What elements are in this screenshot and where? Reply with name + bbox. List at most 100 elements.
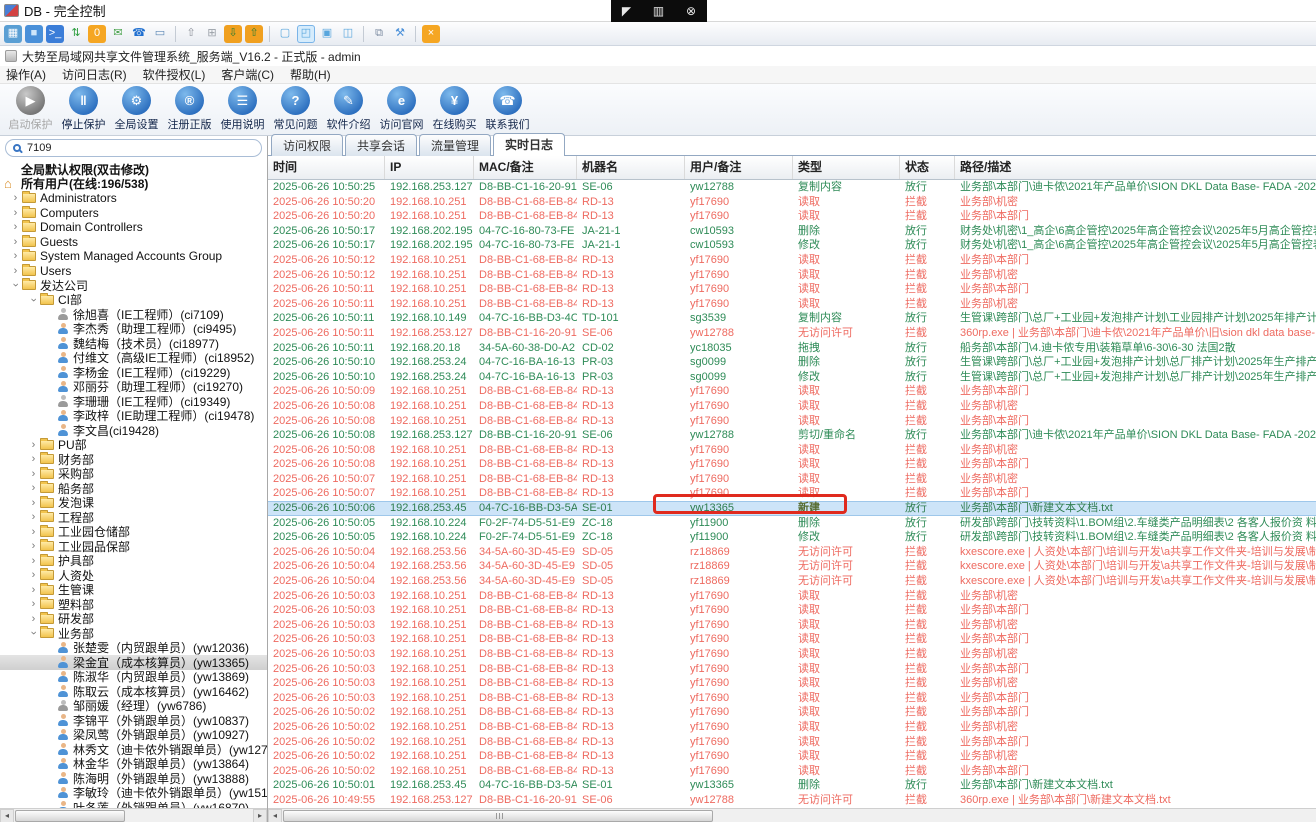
close-session-icon[interactable]: × [422, 25, 440, 43]
tree-item[interactable]: 李文昌(ci19428) [0, 423, 267, 438]
table-horizontal-scrollbar[interactable]: ◂ ▸ [268, 808, 1316, 822]
tree-expander-icon[interactable]: › [10, 222, 21, 232]
tab-共享会话[interactable]: 共享会话 [345, 134, 417, 156]
column-header-状态[interactable]: 状态 [900, 156, 955, 179]
tree-expander-icon[interactable]: › [28, 556, 39, 566]
menu-item-2[interactable]: 软件授权(L) [143, 66, 206, 83]
action-button-停止保护[interactable]: ‖停止保护 [57, 84, 110, 135]
log-row[interactable]: 2025-06-26 10:50:03192.168.10.251D8-BB-C… [268, 647, 1316, 662]
tree-item[interactable]: ›发泡课 [0, 496, 267, 511]
action-button-在线购买[interactable]: ¥在线购买 [428, 84, 481, 135]
log-row[interactable]: 2025-06-26 10:50:11192.168.10.251D8-BB-C… [268, 282, 1316, 297]
column-header-机器名[interactable]: 机器名 [577, 156, 685, 179]
log-row[interactable]: 2025-06-26 10:50:17192.168.202.19504-7C-… [268, 224, 1316, 239]
scroll-left-icon[interactable]: ◂ [268, 809, 282, 822]
log-row[interactable]: 2025-06-26 10:50:04192.168.253.5634-5A-6… [268, 574, 1316, 589]
log-row[interactable]: 2025-06-26 10:50:10192.168.253.2404-7C-1… [268, 370, 1316, 385]
table-scroll-thumb[interactable] [283, 810, 713, 822]
tree-item[interactable]: ›工业园品保部 [0, 539, 267, 554]
tree-item[interactable]: ›Administrators [0, 191, 267, 206]
tree-item[interactable]: ›采购部 [0, 467, 267, 482]
log-row[interactable]: 2025-06-26 10:50:08192.168.253.127D8-BB-… [268, 428, 1316, 443]
tree-expander-icon[interactable]: › [28, 440, 39, 450]
log-row[interactable]: 2025-06-26 10:50:06192.168.253.4504-7C-1… [268, 501, 1316, 516]
tree-expander-icon[interactable]: › [11, 280, 21, 291]
log-row[interactable]: 2025-06-26 10:50:04192.168.253.5634-5A-6… [268, 559, 1316, 574]
log-row[interactable]: 2025-06-26 10:50:02192.168.10.251D8-BB-C… [268, 720, 1316, 735]
action-button-注册正版[interactable]: ®注册正版 [163, 84, 216, 135]
tree-item[interactable]: ›人资处 [0, 568, 267, 583]
tree-item[interactable]: ›护具部 [0, 554, 267, 569]
log-row[interactable]: 2025-06-26 10:50:08192.168.10.251D8-BB-C… [268, 443, 1316, 458]
menu-item-1[interactable]: 访问日志(R) [62, 66, 127, 83]
action-button-访问官网[interactable]: e访问官网 [375, 84, 428, 135]
tree-item[interactable]: ›Computers [0, 206, 267, 221]
view-scale-icon[interactable]: ◫ [339, 25, 357, 43]
tab-流量管理[interactable]: 流量管理 [419, 134, 491, 156]
log-row[interactable]: 2025-06-26 10:50:03192.168.10.251D8-BB-C… [268, 603, 1316, 618]
tab-实时日志[interactable]: 实时日志 [493, 133, 565, 156]
log-row[interactable]: 2025-06-26 10:50:02192.168.10.251D8-BB-C… [268, 749, 1316, 764]
tree-item[interactable]: ›生管课 [0, 583, 267, 598]
tree-expander-icon[interactable]: › [10, 193, 21, 203]
tree-item[interactable]: ›工业园仓储部 [0, 525, 267, 540]
tree-item[interactable]: ›研发部 [0, 612, 267, 627]
log-row[interactable]: 2025-06-26 10:50:25192.168.253.127D8-BB-… [268, 180, 1316, 195]
log-row[interactable]: 2025-06-26 10:50:03192.168.10.251D8-BB-C… [268, 589, 1316, 604]
log-row[interactable]: 2025-06-26 10:50:11192.168.10.251D8-BB-C… [268, 297, 1316, 312]
view-fit-icon[interactable]: ◰ [297, 25, 315, 43]
tree-expander-icon[interactable]: › [29, 628, 39, 639]
tree-item[interactable]: ›发达公司 [0, 278, 267, 293]
monitor-icon[interactable]: ▦ [4, 25, 22, 43]
tree-expander-icon[interactable]: › [28, 585, 39, 595]
log-row[interactable]: 2025-06-26 10:50:12192.168.10.251D8-BB-C… [268, 268, 1316, 283]
log-row[interactable]: 2025-06-26 10:50:08192.168.10.251D8-BB-C… [268, 414, 1316, 429]
search-input[interactable] [27, 142, 254, 154]
tree-horizontal-scrollbar[interactable]: ◂ ▸ [0, 808, 267, 822]
log-row[interactable]: 2025-06-26 10:49:55192.168.253.127D8-BB-… [268, 793, 1316, 808]
tree-expander-icon[interactable]: › [10, 208, 21, 218]
tree-item[interactable]: ⌂所有用户(在线:196/538) [0, 177, 267, 192]
log-row[interactable]: 2025-06-26 10:50:02192.168.10.251D8-BB-C… [268, 764, 1316, 779]
menu-item-0[interactable]: 操作(A) [6, 66, 46, 83]
fullscreen-icon[interactable]: ■ [25, 25, 43, 43]
tree-item[interactable]: ›财务部 [0, 452, 267, 467]
tree-expander-icon[interactable]: › [28, 469, 39, 479]
tree-expander-icon[interactable]: › [28, 527, 39, 537]
scroll-right-icon[interactable]: ▸ [253, 809, 267, 822]
tree-item[interactable]: ›塑料部 [0, 597, 267, 612]
log-row[interactable]: 2025-06-26 10:50:02192.168.10.251D8-BB-C… [268, 735, 1316, 750]
log-row[interactable]: 2025-06-26 10:50:11192.168.10.14904-7C-1… [268, 311, 1316, 326]
download-box-icon[interactable]: ⇩ [224, 25, 242, 43]
column-header-时间[interactable]: 时间 [268, 156, 385, 179]
pointer-icon[interactable]: ◤ [622, 4, 631, 18]
tree-item[interactable]: ›Domain Controllers [0, 220, 267, 235]
log-row[interactable]: 2025-06-26 10:50:12192.168.10.251D8-BB-C… [268, 253, 1316, 268]
log-row[interactable]: 2025-06-26 10:50:09192.168.10.251D8-BB-C… [268, 384, 1316, 399]
scroll-left-icon[interactable]: ◂ [0, 809, 14, 822]
tree-expander-icon[interactable]: › [28, 541, 39, 551]
zero-badge-icon[interactable]: 0 [88, 25, 106, 43]
message-icon[interactable]: ▭ [151, 25, 169, 43]
tree-expander-icon[interactable]: › [10, 251, 21, 261]
tree-item[interactable]: ›Guests [0, 235, 267, 250]
copy-icon[interactable]: ⧉ [370, 25, 388, 43]
log-row[interactable]: 2025-06-26 10:50:07192.168.10.251D8-BB-C… [268, 472, 1316, 487]
log-row[interactable]: 2025-06-26 10:50:08192.168.10.251D8-BB-C… [268, 457, 1316, 472]
tree-expander-icon[interactable]: › [28, 512, 39, 522]
log-row[interactable]: 2025-06-26 10:50:03192.168.10.251D8-BB-C… [268, 618, 1316, 633]
tree-expander-icon[interactable]: › [28, 614, 39, 624]
menu-item-4[interactable]: 帮助(H) [290, 66, 331, 83]
action-button-联系我们[interactable]: ☎联系我们 [481, 84, 534, 135]
column-header-MAC/备注[interactable]: MAC/备注 [474, 156, 577, 179]
log-row[interactable]: 2025-06-26 10:50:20192.168.10.251D8-BB-C… [268, 209, 1316, 224]
log-row[interactable]: 2025-06-26 10:50:05192.168.10.224F0-2F-7… [268, 530, 1316, 545]
tools-icon[interactable]: ⚒ [391, 25, 409, 43]
tree-expander-icon[interactable]: › [29, 294, 39, 305]
action-button-软件介绍[interactable]: ✎软件介绍 [322, 84, 375, 135]
log-row[interactable]: 2025-06-26 10:50:07192.168.10.251D8-BB-C… [268, 486, 1316, 501]
tree-expander-icon[interactable]: › [28, 483, 39, 493]
action-button-使用说明[interactable]: ☰使用说明 [216, 84, 269, 135]
terminal-icon[interactable]: >_ [46, 25, 64, 43]
log-row[interactable]: 2025-06-26 10:50:10192.168.253.2404-7C-1… [268, 355, 1316, 370]
